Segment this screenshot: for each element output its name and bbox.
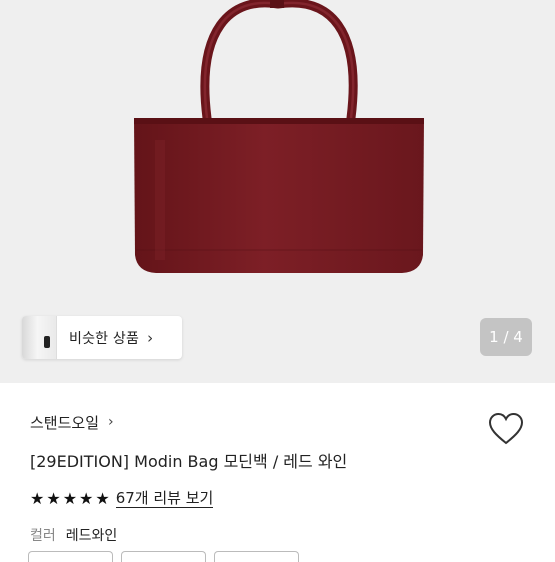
chevron-right-icon: › bbox=[147, 328, 154, 347]
similar-products-label: 비슷한 상품 bbox=[69, 330, 140, 347]
color-option[interactable] bbox=[121, 551, 206, 562]
heart-outline-icon bbox=[488, 412, 524, 445]
image-counter: 1 / 4 bbox=[480, 318, 532, 356]
review-link[interactable]: 67개 리뷰 보기 bbox=[115, 489, 214, 508]
product-title: [29EDITION] Modin Bag 모딘백 / 레드 와인 bbox=[30, 452, 348, 471]
star-filled-icon: ★ bbox=[95, 488, 110, 508]
similar-products-button[interactable]: 비슷한 상품 › bbox=[22, 316, 182, 359]
rating-row: ★ ★ ★ ★ ★ 67개 리뷰 보기 bbox=[30, 486, 535, 510]
color-label: 컬러 bbox=[30, 528, 56, 544]
star-filled-icon: ★ bbox=[79, 488, 94, 508]
brand-name: 스탠드오일 bbox=[30, 413, 100, 432]
brand-link[interactable]: 스탠드오일 › bbox=[30, 410, 535, 434]
star-filled-icon: ★ bbox=[62, 488, 78, 508]
color-option[interactable] bbox=[28, 551, 113, 562]
color-options bbox=[28, 551, 299, 562]
color-value: 레드와인 bbox=[65, 528, 118, 544]
chevron-right-icon: › bbox=[108, 414, 114, 430]
product-info: 스탠드오일 › [29EDITION] Modin Bag 모딘백 / 레드 와… bbox=[30, 410, 535, 546]
star-filled-icon: ★ bbox=[46, 488, 61, 508]
color-option[interactable] bbox=[214, 551, 299, 562]
similar-product-thumbnail bbox=[22, 316, 57, 359]
wishlist-button[interactable] bbox=[488, 412, 524, 446]
rating-stars: ★ ★ ★ ★ ★ bbox=[30, 489, 110, 508]
color-row: 컬러 레드와인 bbox=[30, 524, 535, 546]
star-filled-icon: ★ bbox=[30, 488, 45, 508]
product-image-gallery[interactable]: 비슷한 상품 › 1 / 4 bbox=[0, 0, 555, 383]
